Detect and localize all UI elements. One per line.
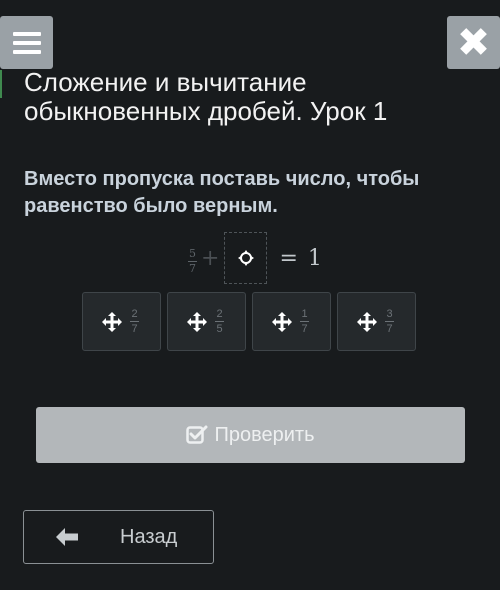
lesson-title: Сложение и вычитание обыкновенных дробей… [24,67,388,126]
back-button[interactable]: Назад [23,510,214,564]
option-fraction: 1 7 [298,308,311,335]
option-numerator: 1 [301,308,308,320]
close-button[interactable]: ✖ [447,16,500,69]
drop-target-icon [237,250,254,266]
answer-options: 2 7 2 5 1 7 3 7 [82,292,416,351]
check-button[interactable]: Проверить [36,407,465,463]
option-denominator: 5 [216,323,223,335]
option-denominator: 7 [131,323,138,335]
option-tile[interactable]: 2 7 [82,292,161,351]
equation: 5 7 + = 1 [186,232,322,284]
left-accent-bar [0,70,2,98]
option-tile[interactable]: 3 7 [337,292,416,351]
left-fraction-denominator: 7 [189,261,196,275]
option-fraction: 2 5 [213,308,226,335]
option-numerator: 2 [216,308,223,320]
move-arrows-icon [357,311,377,332]
answer-drop-slot[interactable] [224,232,268,284]
task-instruction: Вместо пропуска поставь число, чтобы рав… [24,168,420,217]
move-arrows-icon [272,311,292,332]
menu-button[interactable] [0,16,53,69]
hamburger-menu-icon [12,31,41,54]
option-tile[interactable]: 1 7 [252,292,331,351]
left-fraction: 5 7 [186,242,199,275]
option-fraction: 2 7 [128,308,141,335]
close-icon: ✖ [456,19,491,66]
option-fraction: 3 7 [383,308,396,335]
option-denominator: 7 [301,323,308,335]
back-button-label: Назад [120,526,178,548]
option-numerator: 3 [386,308,393,320]
arrow-left-icon [56,528,78,546]
option-tile[interactable]: 2 5 [167,292,246,351]
equation-result: 1 [307,245,322,271]
move-arrows-icon [187,311,207,332]
check-button-label: Проверить [214,423,315,446]
checkbox-check-icon [186,425,208,444]
option-denominator: 7 [386,323,393,335]
left-fraction-numerator: 5 [189,246,196,260]
option-numerator: 2 [131,308,138,320]
plus-operator: + [201,245,220,271]
move-arrows-icon [102,311,122,332]
equals-sign: = [279,245,298,271]
